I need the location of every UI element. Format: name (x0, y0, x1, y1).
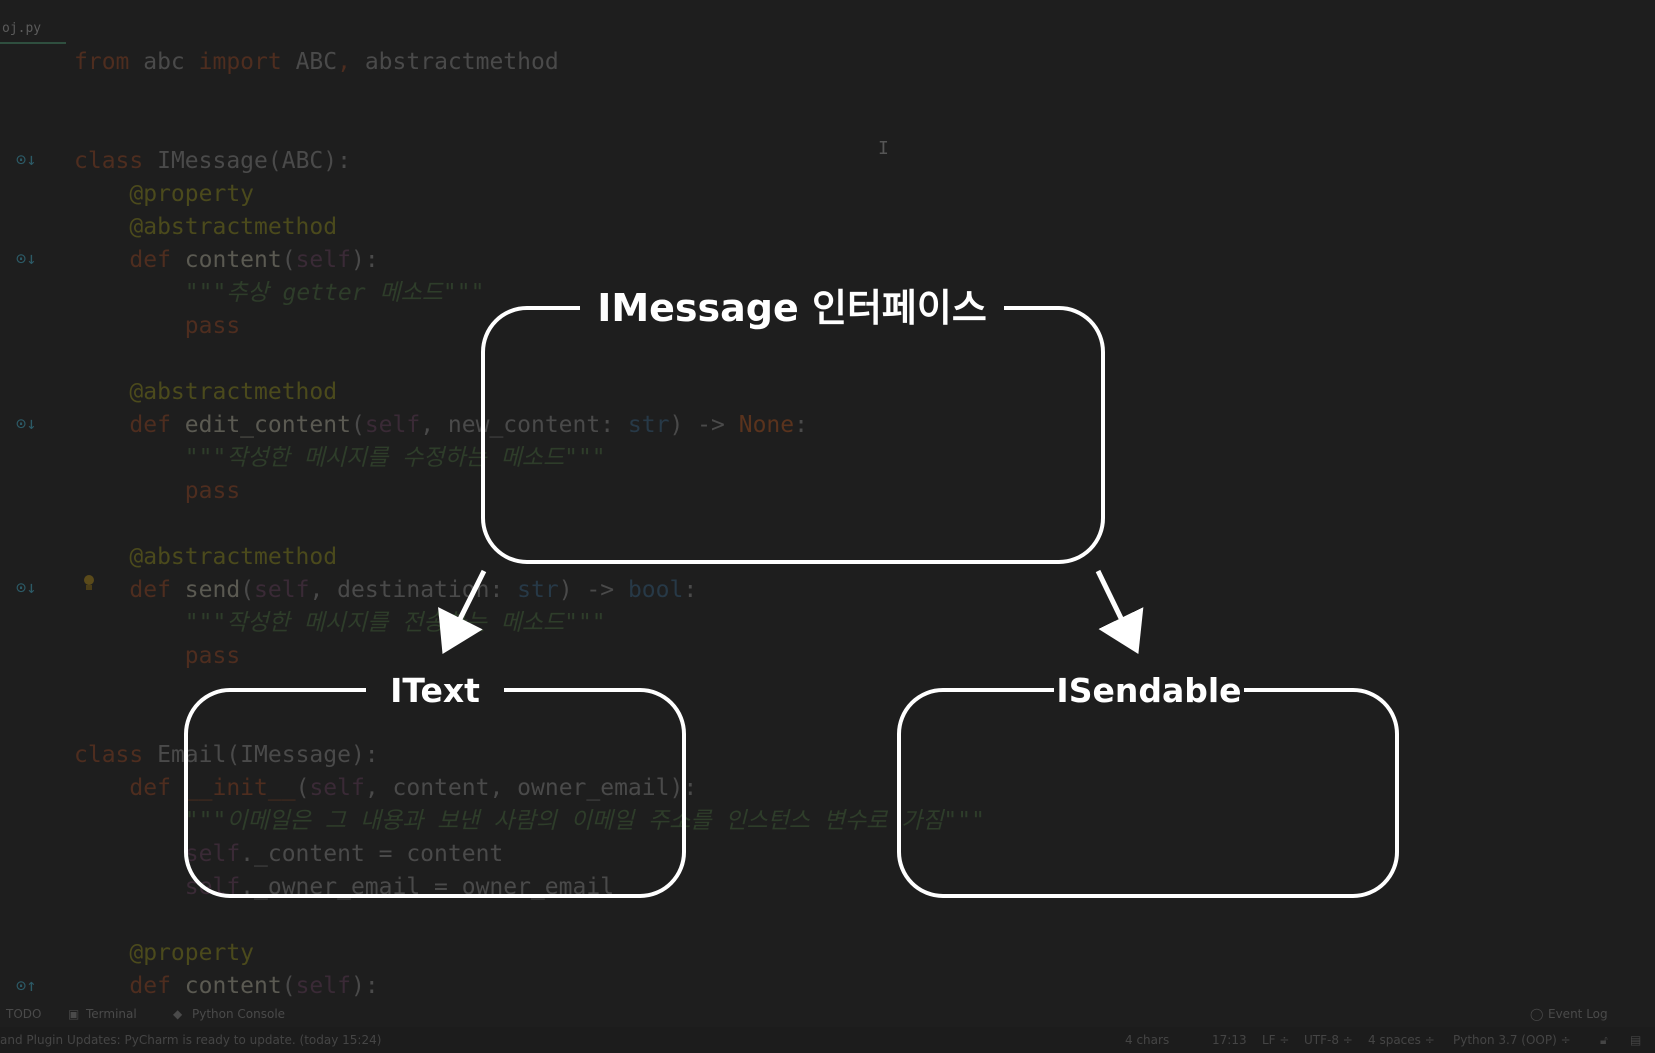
inheritance-arrows (438, 569, 1144, 654)
arrow-to-isendable (1095, 569, 1144, 654)
arrow-to-itext (438, 569, 487, 654)
